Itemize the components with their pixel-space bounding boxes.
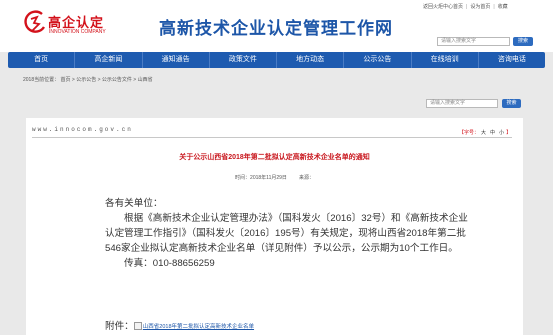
font-size-large[interactable]: 大: [481, 130, 486, 136]
article-source: 来源：: [298, 175, 314, 181]
breadcrumb[interactable]: 2018当前位置： 首页 > 公示公告 > 公示公告文件 > 山西省: [23, 76, 153, 83]
logo-emblem-icon: [24, 10, 46, 33]
article-title: 关于公示山西省2018年第二批拟认定高新技术企业名单的通知: [179, 154, 370, 161]
nav-local-news[interactable]: 地方动态: [277, 52, 345, 68]
attachment-link[interactable]: 山西省2018年第二批拟认定高新技术企业名单: [143, 324, 254, 330]
publish-time: 时间：2018年11月29日: [235, 175, 287, 181]
site-domain: www.innocom.gov.cn: [32, 126, 133, 133]
nav-notices[interactable]: 通知通告: [143, 52, 210, 68]
page-search-button[interactable]: 搜索: [502, 99, 521, 108]
fax-number: 传真：010-88656259: [124, 258, 215, 269]
attachment: 附件： 山西省2018年第二批拟认定高新技术企业名单: [105, 318, 254, 332]
header: 高企认定 INNOVATION COMPANY 高新技术企业认定管理工作网 返回…: [0, 0, 553, 52]
broken-image-icon: [133, 322, 142, 330]
link-bookmark[interactable]: 收藏: [498, 4, 508, 10]
nav-announcements[interactable]: 公示公告: [344, 52, 412, 68]
logo-subtitle: INNOVATION COMPANY: [49, 29, 106, 35]
article-meta: 时间：2018年11月29日 来源：: [26, 174, 523, 181]
divider: [32, 137, 512, 138]
main-nav: 首页 高企新闻 通知通告 政策文件 地方动态 公示公告 在线培训 咨询电话: [8, 52, 545, 68]
nav-news[interactable]: 高企新闻: [75, 52, 143, 68]
addressee: 各有关单位：: [105, 198, 163, 209]
font-size-medium[interactable]: 中: [490, 130, 495, 136]
divider: |: [466, 4, 468, 10]
divider: |: [493, 4, 495, 10]
body-paragraph: 根据《高新技术企业认定管理办法》（国科发火〔2016〕32号）和《高新技术企业认…: [105, 213, 468, 254]
header-search-input[interactable]: 请输入搜索文字: [437, 37, 510, 46]
font-size-label: 【字号：: [459, 130, 480, 136]
nav-hotline[interactable]: 咨询电话: [479, 52, 545, 68]
link-set-homepage[interactable]: 设为首页: [470, 4, 490, 10]
font-size-close: 】: [506, 130, 512, 136]
font-size-switcher: 【字号：大中小】: [459, 129, 511, 136]
nav-home[interactable]: 首页: [8, 52, 76, 68]
site-title: 高新技术企业认定管理工作网: [159, 19, 393, 38]
font-size-small[interactable]: 小: [499, 130, 504, 136]
nav-online-training[interactable]: 在线培训: [412, 52, 479, 68]
attachment-label: 附件：: [105, 321, 134, 332]
site-logo[interactable]: 高企认定 INNOVATION COMPANY: [22, 8, 112, 42]
nav-policies[interactable]: 政策文件: [210, 52, 277, 68]
article-panel: www.innocom.gov.cn 【字号：大中小】 关于公示山西省2018年…: [26, 118, 523, 335]
header-search-button[interactable]: 搜索: [513, 37, 533, 46]
link-torch-home[interactable]: 返回火炬中心首页: [423, 4, 463, 10]
article-body: 各有关单位： 根据《高新技术企业认定管理办法》（国科发火〔2016〕32号）和《…: [105, 196, 477, 271]
top-links: 返回火炬中心首页 | 设为首页 | 收藏: [420, 3, 511, 10]
page-search-input[interactable]: 请输入搜索文字: [426, 99, 498, 108]
